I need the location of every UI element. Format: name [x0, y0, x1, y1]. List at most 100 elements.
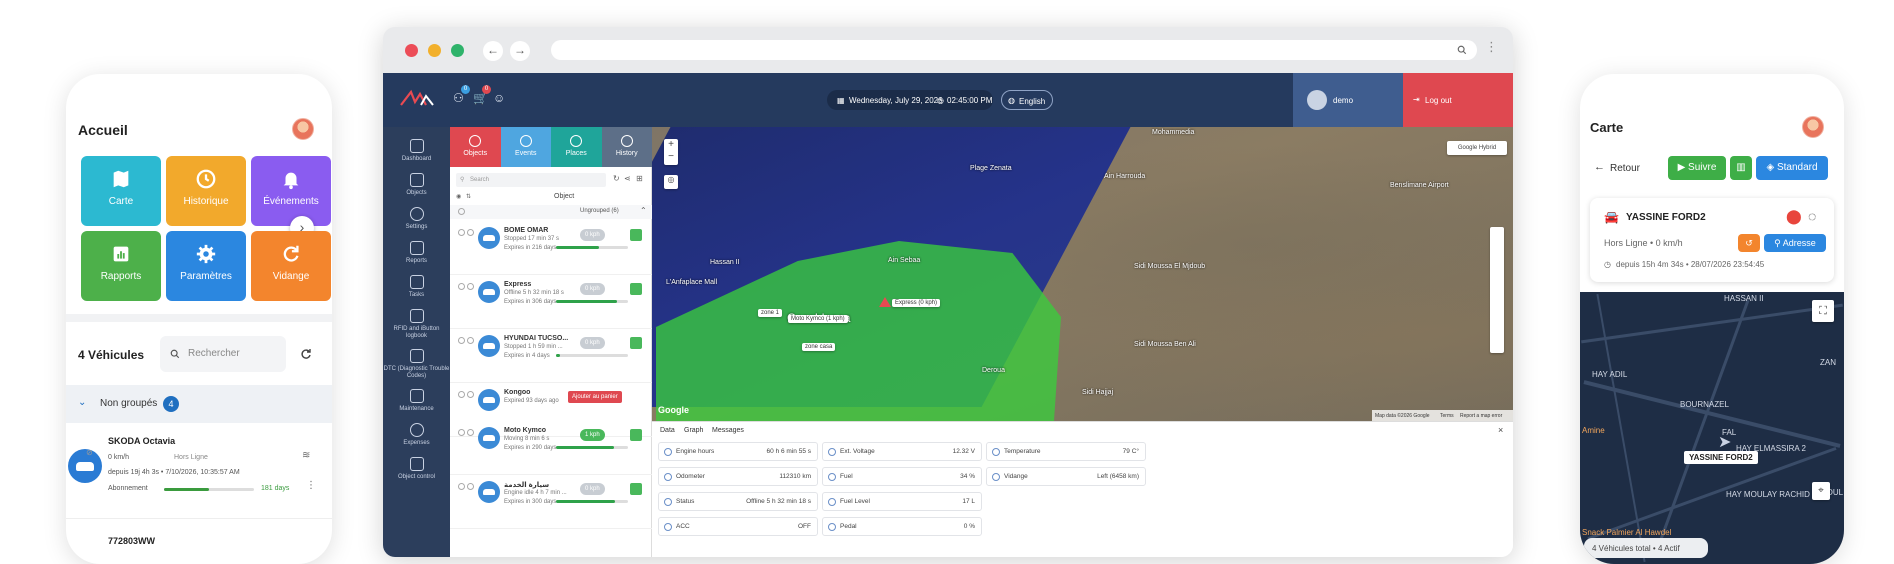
- visibility-checkbox[interactable]: [467, 391, 474, 398]
- row-checkbox[interactable]: [458, 429, 465, 436]
- search-input[interactable]: Rechercher: [160, 336, 286, 372]
- close-icon[interactable]: ×: [1498, 425, 1503, 435]
- share-icon[interactable]: ⋖: [624, 174, 631, 183]
- map-tools-toolbar[interactable]: [1490, 227, 1504, 353]
- tile-parametres[interactable]: Paramètres: [166, 231, 246, 301]
- support-icon[interactable]: ☺: [493, 91, 505, 105]
- nav-dtc[interactable]: DTC (Diagnostic Trouble Codes): [383, 349, 450, 380]
- map-layer-button[interactable]: Google Hybrid: [1447, 141, 1507, 155]
- tile-historique[interactable]: Historique: [166, 156, 246, 226]
- visibility-checkbox[interactable]: [467, 229, 474, 236]
- nav-reports[interactable]: Reports: [383, 241, 450, 265]
- map-view[interactable]: +− ◎ Google Hybrid Mohammedia Casablanca…: [652, 127, 1513, 421]
- nav-expenses[interactable]: Expenses: [383, 423, 450, 447]
- back-button[interactable]: Retour: [1610, 163, 1640, 174]
- tab-events[interactable]: Events: [500, 127, 551, 167]
- tab-objects[interactable]: Objects: [450, 127, 501, 167]
- refresh-icon[interactable]: [300, 348, 312, 360]
- maximize-window-button[interactable]: [451, 44, 464, 57]
- zoom-controls[interactable]: + −: [664, 139, 678, 165]
- more-icon[interactable]: ⋮: [306, 480, 316, 491]
- vehicle-map-label[interactable]: Express (0 kph): [892, 299, 941, 307]
- tab-history[interactable]: History: [601, 127, 652, 167]
- tab-graph[interactable]: Graph: [684, 427, 703, 434]
- sort-icon[interactable]: ⇅: [466, 193, 471, 200]
- vehicle-name: SKODA Octavia: [108, 436, 176, 446]
- forward-arrow-icon[interactable]: →: [510, 41, 530, 61]
- tab-messages[interactable]: Messages: [712, 427, 744, 434]
- address-button[interactable]: ⚲ Adresse: [1764, 234, 1826, 252]
- whatsapp-icon[interactable]: ◌: [1808, 208, 1816, 224]
- vehicle-marker[interactable]: [879, 297, 891, 307]
- follow-button[interactable]: ▶ Suivre: [1668, 156, 1726, 180]
- row-checkbox[interactable]: [458, 337, 465, 344]
- nav-settings[interactable]: Settings: [383, 207, 450, 231]
- visibility-checkbox[interactable]: [467, 483, 474, 490]
- tile-rapports[interactable]: Rapports: [81, 231, 161, 301]
- back-arrow-icon[interactable]: ←: [1594, 161, 1605, 173]
- row-checkbox[interactable]: [458, 483, 465, 490]
- tab-data[interactable]: Data: [660, 427, 675, 434]
- nav-object-control[interactable]: Object control: [383, 457, 450, 481]
- logout-label: Log out: [1425, 96, 1452, 105]
- table-row[interactable]: سيارة الخدمة Engine idle 4 h 7 min ... Exp…: [450, 473, 652, 529]
- table-row[interactable]: BOME OMAR Stopped 17 min 37 s Expires in 2…: [450, 219, 652, 275]
- list-item[interactable]: ⊘ SKODA Octavia 0 km/h Hors Ligne depuis…: [66, 424, 332, 514]
- tile-carte[interactable]: Carte: [81, 156, 161, 226]
- url-bar[interactable]: [551, 40, 1477, 60]
- zone-label: zone 1: [758, 309, 783, 317]
- group-checkbox[interactable]: [458, 208, 465, 215]
- zoom-out-icon[interactable]: −: [668, 151, 674, 162]
- fullscreen-icon[interactable]: ⛶: [1812, 300, 1834, 322]
- nav-tasks[interactable]: Tasks: [383, 275, 450, 299]
- visibility-checkbox[interactable]: [467, 429, 474, 436]
- logout-button[interactable]: ⇥ Log out: [1403, 73, 1513, 127]
- back-arrow-icon[interactable]: ←: [483, 41, 503, 61]
- eye-icon[interactable]: ◉: [456, 193, 461, 200]
- google-maps-pin-icon[interactable]: ⬤: [1786, 208, 1802, 225]
- avatar[interactable]: [1802, 116, 1824, 138]
- nav-dashboard[interactable]: Dashboard: [383, 139, 450, 163]
- add-object-icon[interactable]: ⊞: [636, 174, 643, 183]
- vehicle-map-label[interactable]: YASSINE FORD2: [1684, 451, 1758, 464]
- search-input[interactable]: ⚲ Search: [456, 173, 606, 187]
- nav-rfid[interactable]: RFID and iButton logbook: [383, 309, 450, 340]
- terms-link[interactable]: Terms: [1440, 413, 1454, 419]
- table-row[interactable]: HYUNDAI TUCSO... Stopped 1 h 59 min ... Ex…: [450, 327, 652, 383]
- group-row-ungrouped[interactable]: Ungrouped (6) ⌃: [450, 205, 652, 219]
- street-view-icon[interactable]: ◎: [664, 175, 678, 189]
- user-menu[interactable]: demo: [1293, 73, 1403, 127]
- dark-map-view[interactable]: ⛶ HASSAN II HAY ADIL BOURNAZEL Amine FAL…: [1580, 292, 1844, 564]
- row-checkbox[interactable]: [458, 391, 465, 398]
- nav-maintenance[interactable]: Maintenance: [383, 389, 450, 413]
- visibility-checkbox[interactable]: [467, 337, 474, 344]
- nav-label: RFID and iButton logbook: [393, 326, 440, 339]
- row-checkbox[interactable]: [458, 229, 465, 236]
- avatar[interactable]: [292, 118, 314, 140]
- group-row-non-groupes[interactable]: ⌄ Non groupés 4: [66, 385, 332, 423]
- minimize-window-button[interactable]: [428, 44, 441, 57]
- browser-menu-icon[interactable]: ⋮: [1485, 39, 1498, 55]
- vehicle-arrow-icon[interactable]: ➤: [1718, 432, 1731, 452]
- nav-objects[interactable]: Objects: [383, 173, 450, 197]
- table-row[interactable]: Express Offline 5 h 32 min 18 s Expires in…: [450, 273, 652, 329]
- table-row[interactable]: Moto Kymco Moving 8 min 6 s Expires in 290…: [450, 419, 652, 475]
- locate-icon[interactable]: ⌖: [1812, 482, 1830, 500]
- standard-layer-button[interactable]: ◈ Standard: [1756, 156, 1828, 180]
- vehicle-card[interactable]: 🚘 YASSINE FORD2 ⬤ ◌ Hors Ligne • 0 km/h …: [1590, 198, 1834, 282]
- report-link[interactable]: Report a map error: [1460, 413, 1502, 419]
- close-window-button[interactable]: [405, 44, 418, 57]
- refresh-icon[interactable]: ↻: [613, 174, 620, 183]
- language-selector[interactable]: ◍ English: [1001, 90, 1053, 110]
- row-checkbox[interactable]: [458, 283, 465, 290]
- chevron-up-icon[interactable]: ⌃: [640, 206, 647, 215]
- map-icon[interactable]: ▥: [1730, 156, 1752, 180]
- visibility-checkbox[interactable]: [467, 283, 474, 290]
- tile-evenements[interactable]: Événements: [251, 156, 331, 226]
- tile-vidange[interactable]: Vidange: [251, 231, 331, 301]
- tab-places[interactable]: Places: [551, 127, 602, 167]
- history-icon[interactable]: ↺: [1738, 234, 1760, 252]
- vehicle-map-label[interactable]: Moto Kymco (1 kph): [788, 315, 848, 323]
- add-to-cart-button[interactable]: Ajouter au panier: [568, 391, 622, 403]
- zoom-in-icon[interactable]: +: [668, 139, 674, 150]
